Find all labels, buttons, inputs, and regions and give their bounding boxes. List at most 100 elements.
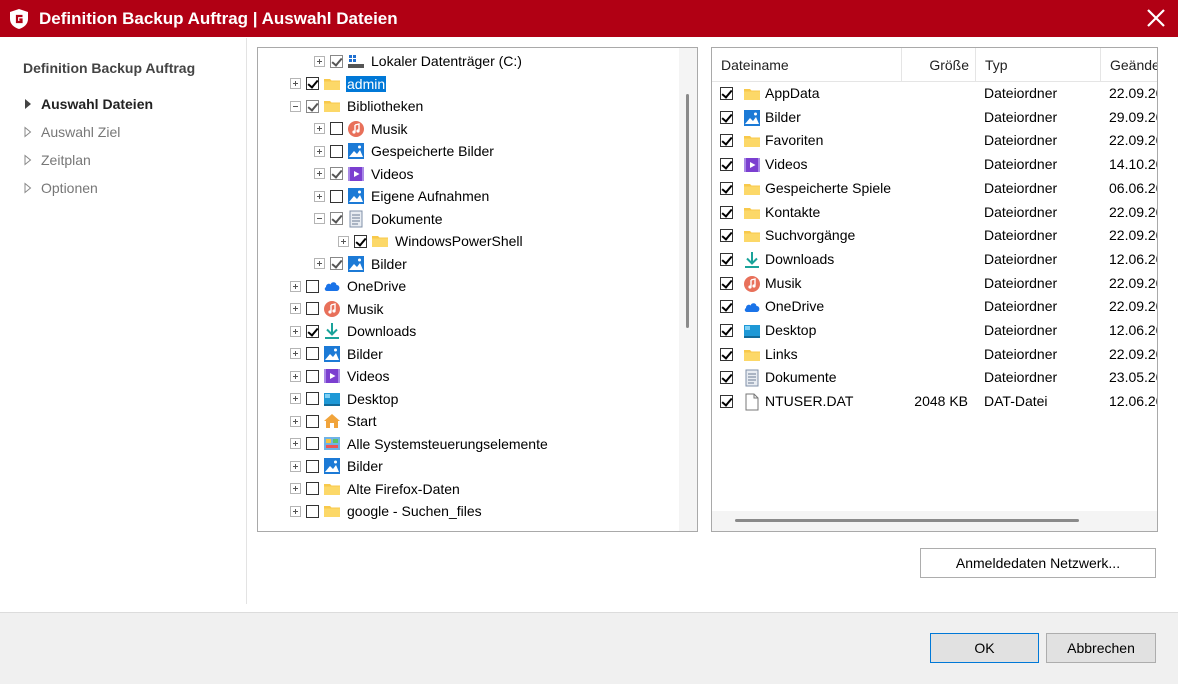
column-header-name[interactable]: Dateiname <box>712 48 902 82</box>
file-list[interactable]: Dateiname Größe Typ Geände AppData Dateio… <box>711 47 1158 532</box>
expand-icon[interactable] <box>314 145 325 157</box>
tree-row[interactable]: Eigene Aufnahmen <box>314 185 490 207</box>
list-item[interactable]: Bilder Dateiordner 29.09.20 <box>712 106 1157 129</box>
list-checkbox[interactable] <box>720 134 733 148</box>
tree-checkbox[interactable] <box>330 167 343 180</box>
list-item[interactable]: OneDrive Dateiordner 22.09.20 <box>712 295 1157 318</box>
tree-checkbox[interactable] <box>330 144 343 158</box>
expand-icon[interactable] <box>338 235 349 247</box>
list-checkbox[interactable] <box>720 371 733 385</box>
cancel-button[interactable]: Abbrechen <box>1046 633 1156 663</box>
list-item[interactable]: Gespeicherte Spiele Dateiordner 06.06.20 <box>712 177 1157 200</box>
list-item[interactable]: Musik Dateiordner 22.09.20 <box>712 272 1157 295</box>
list-item[interactable]: AppData Dateiordner 22.09.20 <box>712 82 1157 105</box>
expand-icon[interactable] <box>290 460 301 472</box>
expand-icon[interactable] <box>314 123 325 134</box>
tree-row[interactable]: Dokumente <box>314 208 444 230</box>
tree-checkbox[interactable] <box>306 482 319 495</box>
tree-checkbox[interactable] <box>330 212 343 225</box>
list-checkbox[interactable] <box>720 181 733 195</box>
tree-row[interactable]: Bilder <box>290 343 384 365</box>
scrollbar-thumb[interactable] <box>735 519 1079 522</box>
tree-row[interactable]: Bilder <box>290 455 384 477</box>
list-item[interactable]: Videos Dateiordner 14.10.20 <box>712 153 1157 176</box>
expand-icon[interactable] <box>290 438 301 449</box>
tree-checkbox[interactable] <box>330 189 343 203</box>
expand-icon[interactable] <box>290 348 301 359</box>
list-item[interactable]: NTUSER.DAT 2048 KB DAT-Datei 12.06.20 <box>712 390 1157 413</box>
tree-checkbox[interactable] <box>306 369 319 383</box>
expand-icon[interactable] <box>314 168 325 179</box>
tree-checkbox[interactable] <box>306 347 319 360</box>
list-checkbox[interactable] <box>720 347 733 361</box>
list-item[interactable]: Favoriten Dateiordner 22.09.20 <box>712 129 1157 152</box>
ok-button[interactable]: OK <box>930 633 1039 663</box>
expand-icon[interactable] <box>290 303 301 314</box>
expand-icon[interactable] <box>290 505 301 517</box>
tree-row[interactable]: Videos <box>290 365 391 387</box>
close-icon[interactable] <box>1144 6 1168 30</box>
list-checkbox[interactable] <box>720 229 733 243</box>
tree-row[interactable]: WindowsPowerShell <box>338 230 524 252</box>
tree-checkbox[interactable] <box>306 324 319 338</box>
expand-icon[interactable] <box>314 258 325 269</box>
list-item[interactable]: Dokumente Dateiordner 23.05.20 <box>712 366 1157 389</box>
list-item[interactable]: Downloads Dateiordner 12.06.20 <box>712 248 1157 271</box>
tree-row[interactable]: google - Suchen_files <box>290 500 483 522</box>
list-checkbox[interactable] <box>720 300 733 314</box>
tree-row[interactable]: OneDrive <box>290 275 407 297</box>
expand-icon[interactable] <box>290 325 301 337</box>
nav-item-optionen[interactable]: Optionen <box>22 180 98 196</box>
network-credentials-button[interactable]: Anmeldedaten Netzwerk... <box>920 548 1156 578</box>
expand-icon[interactable] <box>314 55 325 67</box>
column-header-date[interactable]: Geände <box>1101 48 1157 82</box>
list-horizontal-scrollbar[interactable] <box>712 511 1157 531</box>
tree-checkbox[interactable] <box>354 234 367 248</box>
expand-icon[interactable] <box>290 393 301 404</box>
list-checkbox[interactable] <box>720 252 733 266</box>
nav-item-zeitplan[interactable]: Zeitplan <box>22 152 91 168</box>
nav-item-auswahl-dateien[interactable]: Auswahl Dateien <box>22 96 153 112</box>
tree-row[interactable]: Videos <box>314 163 415 185</box>
tree-row[interactable]: admin <box>290 73 387 95</box>
tree-checkbox[interactable] <box>306 504 319 518</box>
list-item[interactable]: Desktop Dateiordner 12.06.20 <box>712 319 1157 342</box>
expand-icon[interactable] <box>290 370 301 382</box>
tree-checkbox[interactable] <box>330 257 343 270</box>
expand-icon[interactable] <box>290 415 301 427</box>
tree-checkbox[interactable] <box>306 279 319 293</box>
list-checkbox[interactable] <box>720 395 733 409</box>
collapse-icon[interactable] <box>314 213 325 224</box>
list-checkbox[interactable] <box>720 324 733 337</box>
tree-row[interactable]: Bibliotheken <box>290 95 424 117</box>
tree-row[interactable]: Gespeicherte Bilder <box>314 140 495 162</box>
list-item[interactable]: Kontakte Dateiordner 22.09.20 <box>712 201 1157 224</box>
expand-icon[interactable] <box>290 280 301 292</box>
tree-checkbox[interactable] <box>306 77 319 90</box>
tree-vertical-scrollbar[interactable] <box>679 48 697 531</box>
list-checkbox[interactable] <box>720 87 733 100</box>
scrollbar-thumb[interactable] <box>686 94 689 328</box>
tree-checkbox[interactable] <box>306 414 319 428</box>
tree-checkbox[interactable] <box>306 99 319 113</box>
tree-checkbox[interactable] <box>330 54 343 68</box>
tree-row[interactable]: Alle Systemsteuerungselemente <box>290 433 549 455</box>
tree-checkbox[interactable] <box>306 392 319 405</box>
tree-row[interactable]: Musik <box>290 298 385 320</box>
list-checkbox[interactable] <box>720 158 733 172</box>
expand-icon[interactable] <box>314 190 325 202</box>
list-item[interactable]: Links Dateiordner 22.09.20 <box>712 343 1157 366</box>
tree-checkbox[interactable] <box>330 122 343 135</box>
expand-icon[interactable] <box>290 483 301 494</box>
column-header-type[interactable]: Typ <box>976 48 1101 82</box>
collapse-icon[interactable] <box>290 100 301 112</box>
list-checkbox[interactable] <box>720 205 733 219</box>
expand-icon[interactable] <box>290 78 301 89</box>
nav-item-auswahl-ziel[interactable]: Auswahl Ziel <box>22 124 120 140</box>
list-checkbox[interactable] <box>720 276 733 290</box>
tree-row[interactable]: Musik <box>314 118 409 140</box>
list-item[interactable]: Suchvorgänge Dateiordner 22.09.20 <box>712 224 1157 247</box>
column-header-size[interactable]: Größe <box>902 48 976 82</box>
tree-row[interactable]: Lokaler Datenträger (C:) <box>314 50 523 72</box>
folder-tree[interactable]: Lokaler Datenträger (C:) admin Bibliotheke… <box>257 47 698 532</box>
